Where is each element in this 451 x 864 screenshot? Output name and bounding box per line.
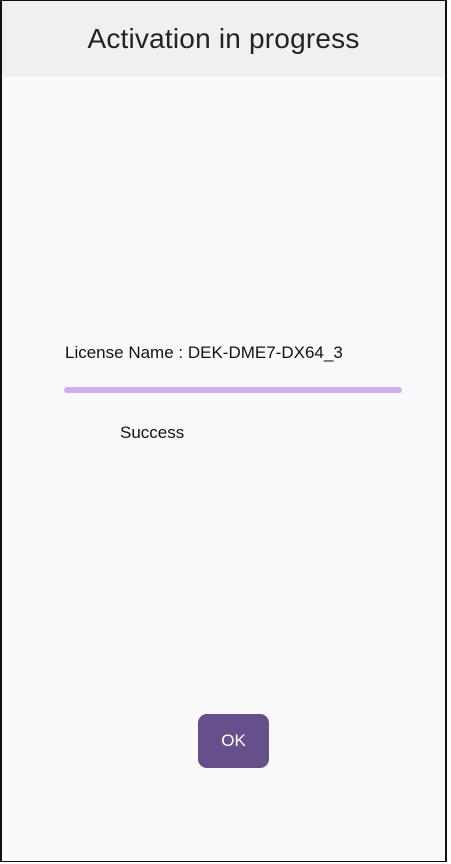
app-bar: Activation in progress bbox=[2, 1, 445, 77]
progress-fill bbox=[64, 387, 402, 393]
activation-progress-bar bbox=[64, 387, 402, 393]
status-text: Success bbox=[120, 423, 185, 442]
activation-screen: Activation in progress License Name : DE… bbox=[0, 0, 447, 862]
ok-button[interactable]: OK bbox=[198, 714, 269, 768]
license-name-label: License Name : DEK-DME7-DX64_3 bbox=[65, 343, 343, 362]
page-title: Activation in progress bbox=[87, 23, 360, 54]
